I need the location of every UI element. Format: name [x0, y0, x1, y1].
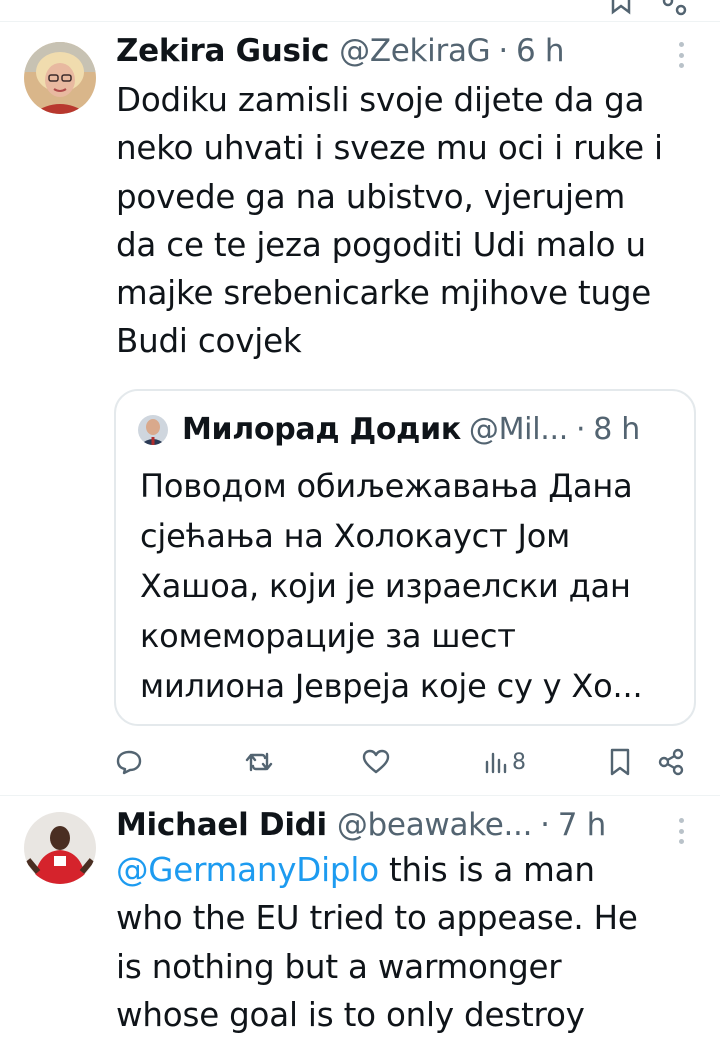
tweet-header: Michael Didi @beawake... · 7 h — [116, 803, 606, 847]
timestamp[interactable]: 6 h — [516, 33, 565, 69]
quoted-author-name[interactable]: Милорад Додик — [182, 412, 461, 447]
avatar[interactable] — [24, 42, 96, 114]
retweet-icon — [245, 752, 273, 772]
text-line: neko uhvati i sveze mu oci i ruke i — [116, 129, 663, 168]
author-handle[interactable]: @ZekiraG — [339, 33, 491, 69]
heart-icon — [362, 749, 390, 774]
avatar[interactable] — [24, 812, 96, 884]
more-options-button[interactable] — [676, 818, 686, 844]
views-count: 8 — [512, 749, 526, 775]
like-button[interactable] — [361, 746, 391, 778]
text-line: комеморације за шест — [140, 617, 516, 655]
text-line: is nothing but a warmonger — [116, 947, 562, 986]
text-line: Dodiku zamisli svoje dijete da ga — [116, 81, 645, 119]
quoted-tweet[interactable]: Милорад Додик @Mil... · 8 h Поводом обиљ… — [114, 389, 696, 726]
text-line: whose goal is to only destroy — [116, 995, 585, 1034]
action-bar: 8 — [0, 740, 720, 784]
text-line: majke srebenicarke mjihove tuge — [116, 274, 652, 313]
views-button[interactable]: 8 — [484, 746, 526, 778]
text-line: Поводом обиљежавања Дана — [140, 467, 633, 505]
timestamp[interactable]: 7 h — [558, 807, 607, 843]
bookmark-icon — [610, 748, 630, 776]
author-name[interactable]: Zekira Gusic — [116, 33, 329, 69]
tweet[interactable]: Michael Didi @beawake... · 7 h @GermanyD… — [0, 796, 720, 1034]
more-dots-icon — [678, 818, 684, 823]
author-name[interactable]: Michael Didi — [116, 807, 327, 843]
share-icon — [658, 748, 684, 776]
quoted-timestamp[interactable]: 8 h — [593, 412, 640, 447]
more-dots-icon — [678, 42, 684, 47]
text-line: da ce te jeza pogoditi Udi malo u — [116, 225, 646, 264]
separator: · — [575, 411, 586, 447]
reply-button[interactable] — [115, 746, 143, 778]
text-line: Budi covjek — [116, 322, 302, 361]
text-line: who the EU tried to appease. He — [116, 899, 638, 938]
text-line: @GermanyDiplo this is a man — [116, 846, 706, 894]
separator: · — [498, 33, 508, 69]
tweet-text: @GermanyDiplo this is a man who the EU t… — [116, 846, 706, 1039]
separator: · — [540, 807, 550, 843]
reply-icon — [116, 750, 142, 775]
text-line: милиона Јевреја које су у Хо... — [140, 667, 643, 705]
quoted-author-handle[interactable]: @Mil... — [469, 412, 568, 447]
text-fragment: this is a man — [378, 851, 595, 889]
quoted-header: Милорад Додик @Mil... · 8 h — [182, 409, 640, 449]
author-handle[interactable]: @beawake... — [337, 807, 533, 843]
views-icon — [485, 752, 507, 774]
tweet[interactable]: Zekira Gusic @ZekiraG · 6 h Dodiku zamis… — [0, 0, 720, 795]
text-line: povede ga na ubistvo, vjerujem — [116, 177, 626, 216]
tweet-text: Dodiku zamisli svoje dijete da ga neko u… — [116, 76, 706, 366]
text-line: сјећања на Холокауст Јом — [140, 517, 571, 555]
mention-link[interactable]: @GermanyDiplo — [116, 851, 379, 889]
retweet-button[interactable] — [244, 746, 274, 778]
tweet-header: Zekira Gusic @ZekiraG · 6 h — [116, 29, 565, 73]
text-line: Хашоа, који је израелски дан — [140, 567, 631, 605]
more-options-button[interactable] — [676, 42, 686, 68]
share-button[interactable] — [656, 746, 686, 778]
quoted-text: Поводом обиљежавања Дана сјећања на Холо… — [140, 461, 688, 711]
bookmark-button[interactable] — [608, 746, 632, 778]
quoted-avatar[interactable] — [138, 415, 168, 445]
